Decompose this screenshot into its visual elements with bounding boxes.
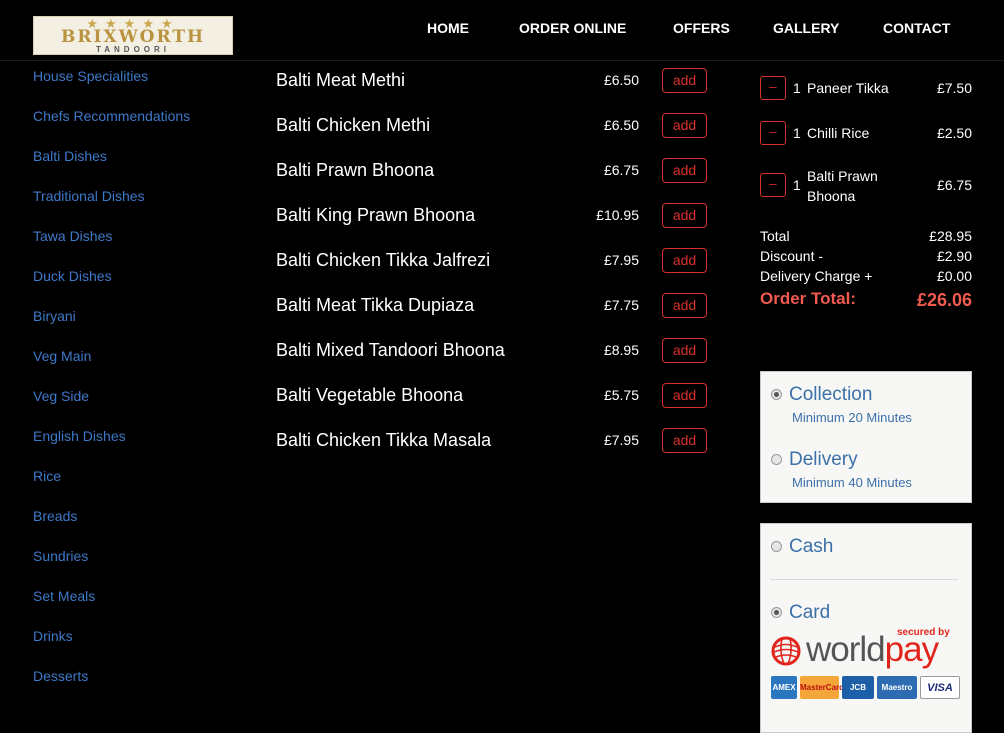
category-link[interactable]: Set Meals	[33, 587, 95, 605]
delivery-minimum: Minimum 40 Minutes	[792, 475, 912, 490]
dish-name: Balti Meat Methi	[276, 70, 406, 90]
total-label: Total	[760, 228, 790, 244]
cash-label[interactable]: Cash	[789, 536, 833, 558]
delivery-radio[interactable]	[771, 454, 782, 465]
category-link[interactable]: Veg Side	[33, 387, 89, 405]
dish-name: Balti Mixed Tandoori Bhoona	[276, 340, 505, 360]
delivery-label[interactable]: Delivery	[789, 449, 858, 471]
add-button[interactable]: add	[662, 158, 707, 183]
add-button[interactable]: add	[662, 383, 707, 408]
discount-value: £2.90	[936, 248, 972, 264]
dish-name: Balti Prawn Bhoona	[276, 160, 435, 180]
add-button[interactable]: add	[662, 68, 707, 93]
worldpay-pay: pay	[884, 630, 939, 669]
discount-label: Discount -	[760, 248, 824, 264]
card-radio[interactable]	[771, 607, 782, 618]
worldpay-globe-icon	[771, 636, 801, 666]
worldpay-world: world	[806, 630, 886, 669]
basket-item-price: £7.50	[936, 80, 972, 96]
nav-home[interactable]: HOME	[427, 20, 469, 36]
dish-name: Balti Chicken Tikka Jalfrezi	[276, 250, 491, 270]
dish-price: £8.95	[603, 342, 639, 358]
dish-name: Balti Meat Tikka Dupiaza	[276, 295, 475, 315]
collection-radio[interactable]	[771, 389, 782, 400]
basket-item-price: £6.75	[936, 177, 972, 193]
cash-radio[interactable]	[771, 541, 782, 552]
category-link[interactable]: Balti Dishes	[33, 147, 107, 165]
add-button[interactable]: add	[662, 203, 707, 228]
card-label[interactable]: Card	[789, 602, 830, 624]
delivery-charge-value: £0.00	[936, 268, 972, 284]
collection-minimum: Minimum 20 Minutes	[792, 410, 912, 425]
dish-price: £6.50	[603, 72, 639, 88]
category-link[interactable]: Traditional Dishes	[33, 187, 145, 205]
logo-title: BRIXWORTH	[60, 27, 206, 47]
add-button[interactable]: add	[662, 293, 707, 318]
dish-name: Balti Chicken Tikka Masala	[276, 430, 492, 450]
basket-item-name: Balti Prawn Bhoona	[807, 168, 878, 204]
order-total-label: Order Total:	[760, 289, 857, 308]
category-link[interactable]: Chefs Recommendations	[33, 107, 190, 125]
category-link[interactable]: Sundries	[33, 547, 88, 565]
item-quantity: 1	[793, 80, 801, 96]
nav-offers[interactable]: OFFERS	[673, 20, 730, 36]
site-header: ★★★★★ BRIXWORTH TANDOORI HOME ORDER ONLI…	[0, 0, 1004, 61]
basket-item-name: Paneer Tikka	[807, 80, 889, 96]
dish-price: £10.95	[596, 207, 639, 223]
nav-contact[interactable]: CONTACT	[883, 20, 950, 36]
dish-price: £6.50	[603, 117, 639, 133]
category-link[interactable]: Drinks	[33, 627, 73, 645]
dish-price: £7.95	[603, 252, 639, 268]
add-button[interactable]: add	[662, 248, 707, 273]
add-button[interactable]: add	[662, 338, 707, 363]
worldpay-logo: worldpay	[806, 630, 939, 670]
maestro-logo: Maestro	[877, 676, 917, 699]
basket-item-price: £2.50	[936, 125, 972, 141]
order-total-value: £26.06	[916, 290, 972, 310]
collection-label[interactable]: Collection	[789, 384, 872, 406]
nav-order-online[interactable]: ORDER ONLINE	[519, 20, 626, 36]
nav-gallery[interactable]: GALLERY	[773, 20, 839, 36]
basket-item-name: Chilli Rice	[807, 125, 870, 141]
add-button[interactable]: add	[662, 428, 707, 453]
remove-item-button[interactable]: –	[760, 173, 786, 197]
category-link[interactable]: Biryani	[33, 307, 76, 325]
jcb-logo: JCB	[842, 676, 874, 699]
remove-item-button[interactable]: –	[760, 121, 786, 145]
category-link[interactable]: Desserts	[33, 667, 88, 685]
dish-name: Balti King Prawn Bhoona	[276, 205, 476, 225]
category-link[interactable]: Tawa Dishes	[33, 227, 112, 245]
dish-name: Balti Vegetable Bhoona	[276, 385, 464, 405]
visa-logo: VISA	[920, 676, 960, 699]
item-quantity: 1	[793, 177, 801, 193]
dish-name: Balti Chicken Methi	[276, 115, 431, 135]
amex-logo: AMEX	[771, 676, 797, 699]
category-link[interactable]: Rice	[33, 467, 61, 485]
dish-price: £7.95	[603, 432, 639, 448]
item-quantity: 1	[793, 125, 801, 141]
mastercard-logo: MasterCard	[800, 676, 844, 699]
add-button[interactable]: add	[662, 113, 707, 138]
payment-divider	[770, 579, 958, 580]
total-value: £28.95	[929, 228, 972, 244]
remove-item-button[interactable]: –	[760, 76, 786, 100]
category-link[interactable]: English Dishes	[33, 427, 126, 445]
category-link[interactable]: Duck Dishes	[33, 267, 112, 285]
dish-price: £6.75	[603, 162, 639, 178]
category-link[interactable]: Breads	[33, 507, 77, 525]
delivery-charge-label: Delivery Charge +	[760, 268, 873, 284]
brixworth-tandoori-logo[interactable]: ★★★★★ BRIXWORTH TANDOORI	[33, 16, 233, 55]
category-link[interactable]: Veg Main	[33, 347, 91, 365]
dish-price: £5.75	[603, 387, 639, 403]
category-link[interactable]: House Specialities	[33, 67, 148, 85]
dish-price: £7.75	[603, 297, 639, 313]
